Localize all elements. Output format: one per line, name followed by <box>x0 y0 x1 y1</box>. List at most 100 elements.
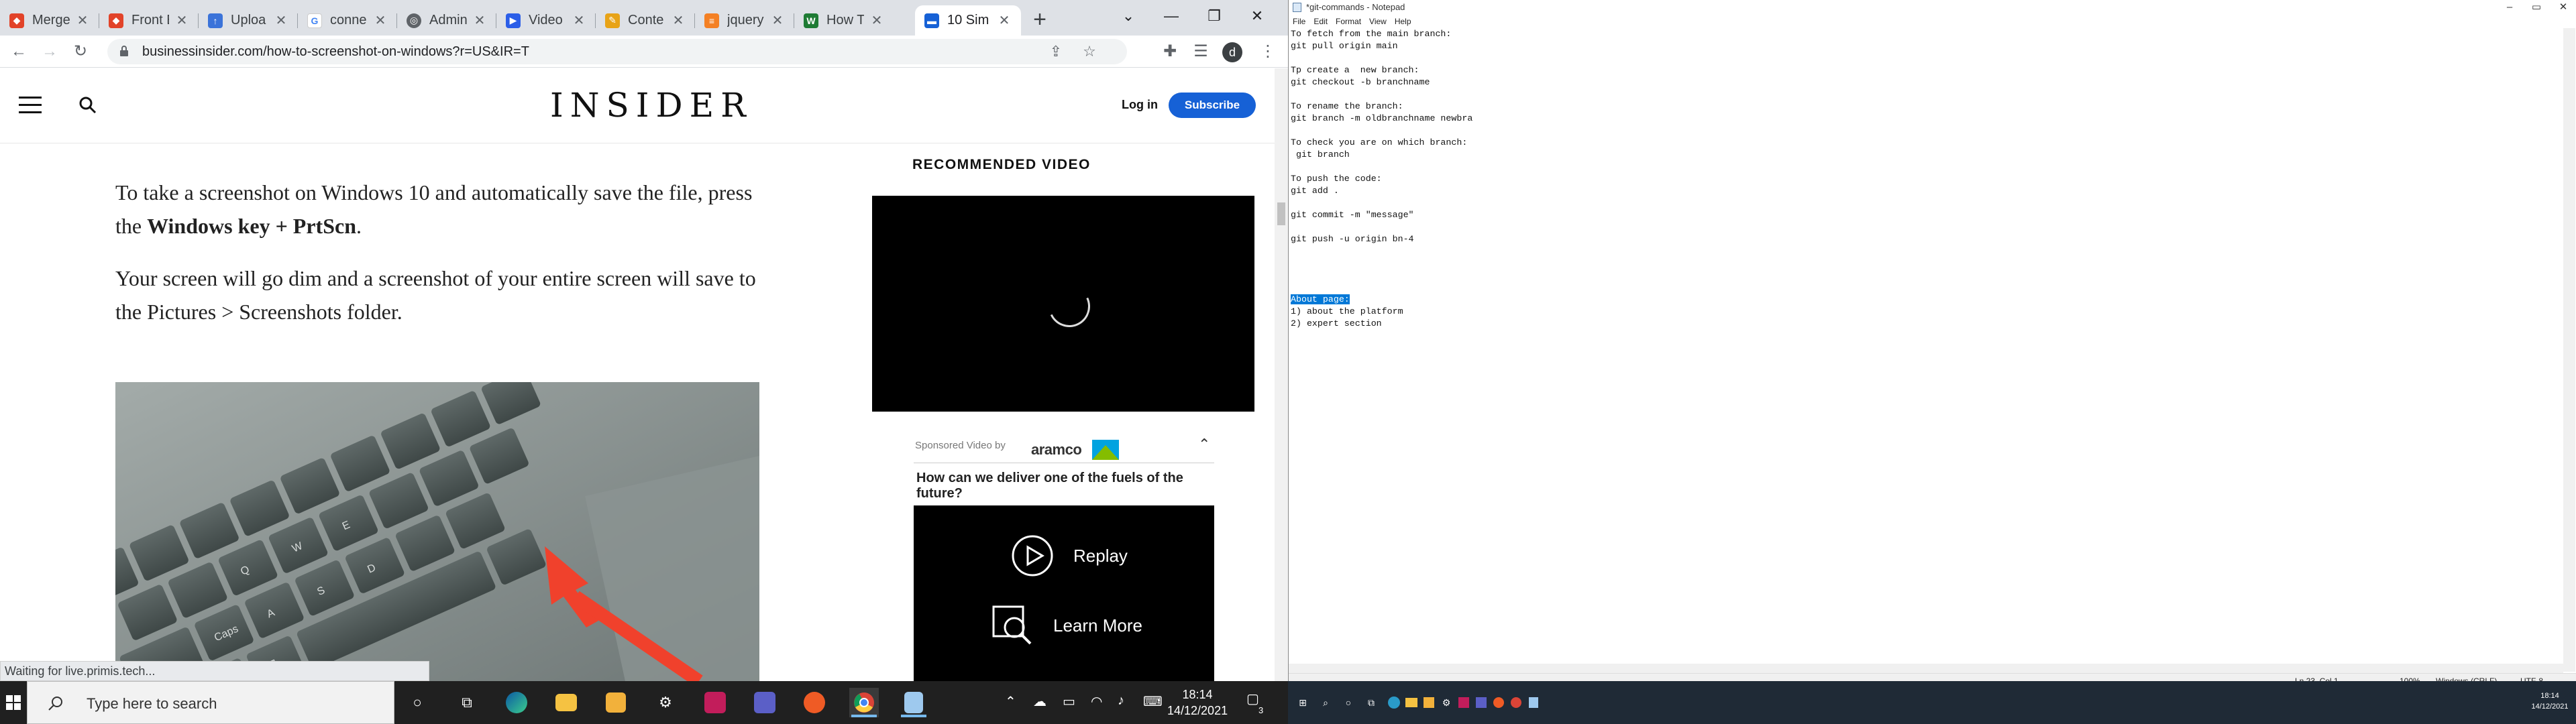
close-icon[interactable]: ✕ <box>75 12 90 29</box>
close-icon[interactable]: ✕ <box>472 12 487 29</box>
extensions-icon[interactable]: ✚ <box>1158 40 1182 64</box>
url-text[interactable]: businessinsider.com/how-to-screenshot-on… <box>142 44 529 60</box>
address-bar[interactable]: businessinsider.com/how-to-screenshot-on… <box>107 39 1127 64</box>
close-icon[interactable]: ✕ <box>572 12 586 29</box>
notepad-line[interactable]: To check you are on which branch: <box>1291 137 2559 149</box>
close-icon[interactable]: ✕ <box>671 12 686 29</box>
file-explorer-icon[interactable] <box>1403 695 1419 711</box>
forward-icon[interactable]: → <box>38 40 62 64</box>
notepad-line[interactable] <box>1291 88 2559 101</box>
notepad-line[interactable] <box>1291 161 2559 173</box>
minimize-icon[interactable]: — <box>1150 0 1193 32</box>
postman-icon[interactable] <box>800 688 829 717</box>
notification-icon[interactable]: ▢ <box>1246 690 1259 707</box>
notepad-line[interactable]: git branch <box>1291 149 2559 161</box>
selected-text[interactable]: About page: <box>1291 294 1350 304</box>
teams-icon[interactable] <box>1473 695 1489 711</box>
notepad-line[interactable] <box>1291 52 2559 64</box>
notepad-line[interactable] <box>1291 257 2559 269</box>
search-icon[interactable]: ⌕ <box>1318 695 1334 711</box>
notepad-line[interactable]: git pull origin main <box>1291 40 2559 52</box>
login-link[interactable]: Log in <box>1122 98 1158 112</box>
notepad-text-area[interactable]: To fetch from the main branch: git pull o… <box>1291 28 2559 670</box>
share-icon[interactable]: ⇪ <box>1046 42 1065 61</box>
notepad-line[interactable]: git commit -m "message" <box>1291 209 2559 221</box>
notepad-line[interactable]: git push -u origin bn-4 <box>1291 233 2559 245</box>
notepad-line[interactable] <box>1291 125 2559 137</box>
page-scrollbar[interactable] <box>1275 68 1288 681</box>
notepad-line[interactable]: Tp create a new branch: <box>1291 64 2559 76</box>
reading-list-icon[interactable]: ☰ <box>1189 40 1213 64</box>
tab-3[interactable]: G conne ✕ <box>298 5 397 36</box>
intellij-icon[interactable] <box>1456 695 1472 711</box>
onedrive-icon[interactable]: ☁ <box>1033 693 1046 710</box>
task-view-icon[interactable]: ⧉ <box>1363 695 1379 711</box>
tab-5[interactable]: ▶ Video ✕ <box>496 5 596 36</box>
notepad-line[interactable]: git add . <box>1291 185 2559 197</box>
close-icon[interactable]: ✕ <box>174 12 189 29</box>
settings-gear-icon[interactable]: ⚙ <box>651 688 680 717</box>
recommended-video-player[interactable] <box>872 196 1254 412</box>
close-icon[interactable]: ✕ <box>997 12 1012 29</box>
notepad-line[interactable] <box>1291 269 2559 282</box>
chrome-icon[interactable] <box>849 688 879 717</box>
reload-icon[interactable]: ↻ <box>68 40 93 64</box>
chrome-icon[interactable] <box>1508 695 1524 711</box>
close-icon[interactable]: ✕ <box>2550 0 2576 15</box>
bookmark-star-icon[interactable]: ☆ <box>1080 42 1099 61</box>
windows-start-icon[interactable] <box>0 688 27 717</box>
scrollbar-thumb[interactable] <box>1277 202 1285 225</box>
notepad-line[interactable]: 2) expert section <box>1291 318 2559 330</box>
notepad-horizontal-scrollbar[interactable] <box>1289 664 2563 673</box>
replay-button[interactable]: Replay <box>1012 535 1128 577</box>
restore-icon[interactable]: ❐ <box>1193 0 1236 32</box>
taskbar-clock[interactable]: 18:14 14/12/2021 <box>1167 686 1228 719</box>
notepad-line[interactable]: About page: <box>1291 294 2559 306</box>
menu-file[interactable]: File <box>1289 15 1309 28</box>
notepad-line[interactable]: 1) about the platform <box>1291 306 2559 318</box>
notepad-line[interactable]: To push the code: <box>1291 173 2559 185</box>
notepad-line[interactable]: git branch -m oldbranchname newbra <box>1291 113 2559 125</box>
edge-icon[interactable] <box>1386 695 1402 711</box>
tab-8[interactable]: W How T ✕ <box>794 5 894 36</box>
notepad-task-icon[interactable] <box>1525 695 1542 711</box>
insider-logo[interactable]: INSIDER <box>550 86 753 125</box>
notepad-task-icon[interactable] <box>899 688 928 717</box>
notepad-line[interactable]: To rename the branch: <box>1291 101 2559 113</box>
menu-view[interactable]: View <box>1365 15 1391 28</box>
menu-edit[interactable]: Edit <box>1309 15 1332 28</box>
taskbar-clock-secondary[interactable]: 18:14 14/12/2021 <box>2526 690 2573 712</box>
tab-2[interactable]: ↑ Uploa ✕ <box>199 5 298 36</box>
language-icon[interactable]: ⌨ <box>1143 693 1163 710</box>
tab-7[interactable]: ≡ jquery ✕ <box>695 5 794 36</box>
notepad-line[interactable] <box>1291 221 2559 233</box>
tab-4[interactable]: ◎ Admin ✕ <box>397 5 496 36</box>
intellij-icon[interactable] <box>700 688 730 717</box>
chevron-up-icon[interactable]: ⌃ <box>1198 436 1210 453</box>
settings-gear-icon[interactable]: ⚙ <box>1438 695 1454 711</box>
store-icon[interactable] <box>601 688 631 717</box>
tab-0[interactable]: ◆ Merge ✕ <box>0 5 99 36</box>
profile-avatar[interactable]: d <box>1222 42 1242 62</box>
hamburger-menu-icon[interactable] <box>19 97 42 114</box>
subscribe-button[interactable]: Subscribe <box>1169 93 1256 118</box>
maximize-icon[interactable]: ▭ <box>2523 0 2550 15</box>
minimize-icon[interactable]: – <box>2496 0 2523 15</box>
cortana-icon[interactable]: ○ <box>402 688 432 717</box>
sponsored-question[interactable]: How can we deliver one of the fuels of t… <box>916 471 1212 501</box>
notepad-line[interactable]: git checkout -b branchname <box>1291 76 2559 88</box>
window-close-icon[interactable]: ✕ <box>1236 0 1279 32</box>
edge-icon[interactable] <box>502 688 531 717</box>
notepad-line[interactable]: To fetch from the main branch: <box>1291 28 2559 40</box>
back-icon[interactable]: ← <box>7 40 31 64</box>
teams-icon[interactable] <box>750 688 780 717</box>
close-icon[interactable]: ✕ <box>869 12 884 29</box>
store-icon[interactable] <box>1421 695 1437 711</box>
new-tab-button[interactable]: + <box>1026 7 1053 34</box>
tab-search-icon[interactable]: ⌄ <box>1107 0 1150 32</box>
close-icon[interactable]: ✕ <box>274 12 288 29</box>
menu-format[interactable]: Format <box>1332 15 1365 28</box>
tab-9-active[interactable]: ▬ 10 Sim ✕ <box>915 5 1021 36</box>
file-explorer-icon[interactable] <box>551 688 581 717</box>
windows-start-icon[interactable]: ⊞ <box>1295 695 1311 711</box>
